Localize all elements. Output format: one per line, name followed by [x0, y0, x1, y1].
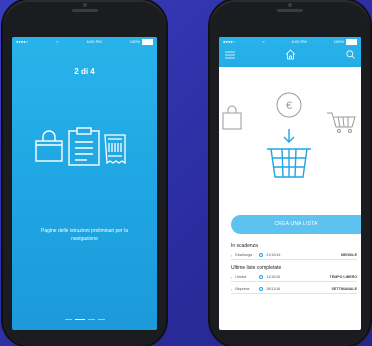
clock-icon [259, 287, 264, 291]
onboarding-caption: Pagine delle istruzioni preliminari per … [41, 228, 128, 242]
list-date-cell: 28/11/16 [259, 287, 295, 291]
volume-up-button [1, 82, 3, 104]
status-bar: ●●●●○ ≈ 6:00 PM 100% [12, 37, 157, 46]
page-dot[interactable] [87, 319, 95, 320]
list-store: Esselunga [235, 253, 253, 257]
status-bar: ●●●●○ ≈ 6:00 PM 100% [219, 37, 361, 46]
create-list-illustration: € [222, 92, 356, 178]
menu-icon[interactable] [225, 51, 235, 59]
home-icon[interactable] [285, 49, 296, 60]
clipboard-icon [68, 127, 100, 166]
list-frequency: SETTIMANALE [331, 287, 357, 291]
wifi-icon: ≈ [262, 39, 265, 44]
front-camera [288, 3, 292, 7]
shopping-bag-icon [222, 105, 242, 130]
earpiece-speaker [71, 9, 98, 12]
battery-indicator: 100% [334, 37, 357, 46]
list-item[interactable]: › Ulmine 11/10/16 TEMPO LIBERO [231, 273, 357, 282]
list-store: Bioprime [235, 287, 250, 291]
basket-icon [267, 148, 311, 178]
list-frequency: MENSILE [341, 253, 357, 257]
onboarding-screen: ●●●●○ ≈ 6:00 PM 100% 2 di 4 Pagine delle… [12, 37, 157, 330]
clock-icon [259, 253, 264, 257]
power-button [166, 84, 168, 114]
page-dot-active[interactable] [74, 319, 85, 320]
list-store: Ulmine [235, 275, 247, 279]
create-list-button[interactable]: CREA UNA LISTA [231, 215, 361, 234]
list-date: 21/10/16 [266, 253, 281, 257]
page-dot[interactable] [97, 319, 105, 320]
earpiece-speaker [277, 9, 303, 12]
chevron-right-icon: › [231, 274, 233, 280]
volume-down-button [208, 110, 210, 132]
phone-right: ●●●●○ ≈ 6:00 PM 100% € CREA UNA LISTA In… [208, 0, 370, 346]
signal-indicator: ●●●●○ [16, 39, 29, 44]
volume-up-button [208, 82, 210, 104]
list-item[interactable]: › Esselunga 21/10/16 MENSILE [231, 251, 357, 260]
due-soon-title: In scadenza [231, 243, 258, 249]
page-indicator[interactable] [64, 319, 105, 320]
status-time: 6:00 PM [291, 39, 307, 44]
completed-lists-title: Ultime liste completate [231, 265, 282, 271]
list-item[interactable]: › Bioprime 28/11/16 SETTIMANALE [231, 285, 357, 294]
chevron-right-icon: › [231, 252, 233, 258]
home-screen: ●●●●○ ≈ 6:00 PM 100% € CREA UNA LISTA In… [219, 37, 361, 330]
receipt-icon [104, 134, 126, 165]
list-date-cell: 11/10/16 [259, 275, 295, 279]
onboarding-illustration [35, 127, 126, 166]
mute-switch [208, 60, 210, 72]
svg-text:€: € [286, 100, 292, 112]
chevron-right-icon: › [231, 286, 233, 292]
app-header: ●●●●○ ≈ 6:00 PM 100% [219, 37, 361, 67]
wifi-icon: ≈ [56, 39, 59, 44]
status-time: 6:00 PM [86, 39, 102, 44]
page-dot[interactable] [64, 319, 72, 320]
cart-icon [327, 112, 356, 133]
list-frequency: TEMPO LIBERO [329, 275, 357, 279]
battery-icon [346, 38, 357, 45]
pager-title: 2 di 4 [74, 67, 95, 76]
list-date: 28/11/16 [266, 287, 281, 291]
clock-icon [259, 275, 264, 279]
search-icon[interactable] [346, 50, 355, 59]
battery-icon [142, 38, 153, 45]
signal-indicator: ●●●●○ [223, 39, 236, 44]
phone-left: ●●●●○ ≈ 6:00 PM 100% 2 di 4 Pagine delle… [1, 0, 168, 346]
shopping-bag-icon [35, 130, 63, 162]
battery-indicator: 100% [130, 37, 153, 46]
euro-coin-icon: € [276, 92, 302, 118]
front-camera [82, 3, 87, 7]
volume-down-button [1, 110, 3, 132]
mute-switch [1, 60, 3, 72]
down-arrow-icon [283, 129, 295, 143]
list-date: 11/10/16 [266, 275, 281, 279]
list-date-cell: 21/10/16 [259, 253, 295, 257]
